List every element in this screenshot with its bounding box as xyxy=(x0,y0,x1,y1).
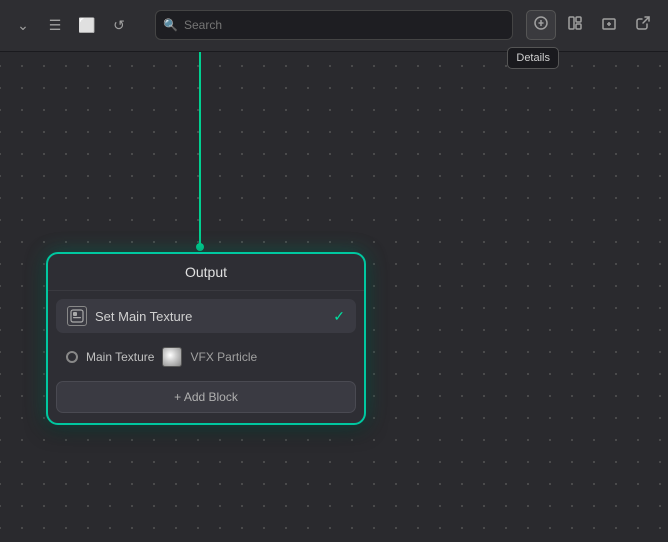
top-bar: VISUAL EFFECT GRAPH ⌄ ☰ ⬜ ↺ 🔍 Details xyxy=(0,0,668,52)
block-checkmark: ✓ xyxy=(333,308,345,325)
output-node: Output Set Main Texture ✓ Main Texture V… xyxy=(46,252,366,425)
menu-button[interactable]: ☰ xyxy=(42,13,68,39)
layout-icon xyxy=(567,15,583,36)
node-header: Output xyxy=(48,254,364,291)
node-title: Output xyxy=(185,264,227,280)
external-link-button[interactable] xyxy=(628,10,658,40)
layout-button[interactable] xyxy=(560,10,590,40)
chevron-down-button[interactable]: ⌄ xyxy=(10,13,36,39)
refresh-icon: ↺ xyxy=(113,17,125,34)
window-button[interactable]: ⬜ xyxy=(74,13,100,39)
search-wrapper: 🔍 xyxy=(155,10,513,40)
search-icon: 🔍 xyxy=(163,18,178,32)
add-tab-button[interactable] xyxy=(594,10,624,40)
texture-label: Main Texture xyxy=(86,350,154,364)
texture-row: Main Texture VFX Particle xyxy=(56,341,356,373)
search-input[interactable] xyxy=(155,10,513,40)
refresh-button[interactable]: ↺ xyxy=(106,13,132,39)
texture-thumbnail xyxy=(162,347,182,367)
external-link-icon xyxy=(635,15,651,36)
set-main-texture-block[interactable]: Set Main Texture ✓ xyxy=(56,299,356,333)
menu-icon: ☰ xyxy=(49,17,62,34)
details-icon xyxy=(533,15,549,36)
right-icons-group: Details xyxy=(526,10,658,40)
add-block-button[interactable]: + Add Block xyxy=(56,381,356,413)
texture-name: VFX Particle xyxy=(190,350,257,364)
block-label: Set Main Texture xyxy=(95,309,325,324)
port-circle xyxy=(66,351,78,363)
add-tab-icon xyxy=(601,15,617,36)
details-button[interactable]: Details xyxy=(526,10,556,40)
add-block-label: + Add Block xyxy=(174,390,238,404)
window-icon: ⬜ xyxy=(78,17,95,34)
block-type-icon xyxy=(67,306,87,326)
canvas-area[interactable]: Output Set Main Texture ✓ Main Texture V… xyxy=(0,52,668,542)
chevron-down-icon: ⌄ xyxy=(17,17,29,34)
